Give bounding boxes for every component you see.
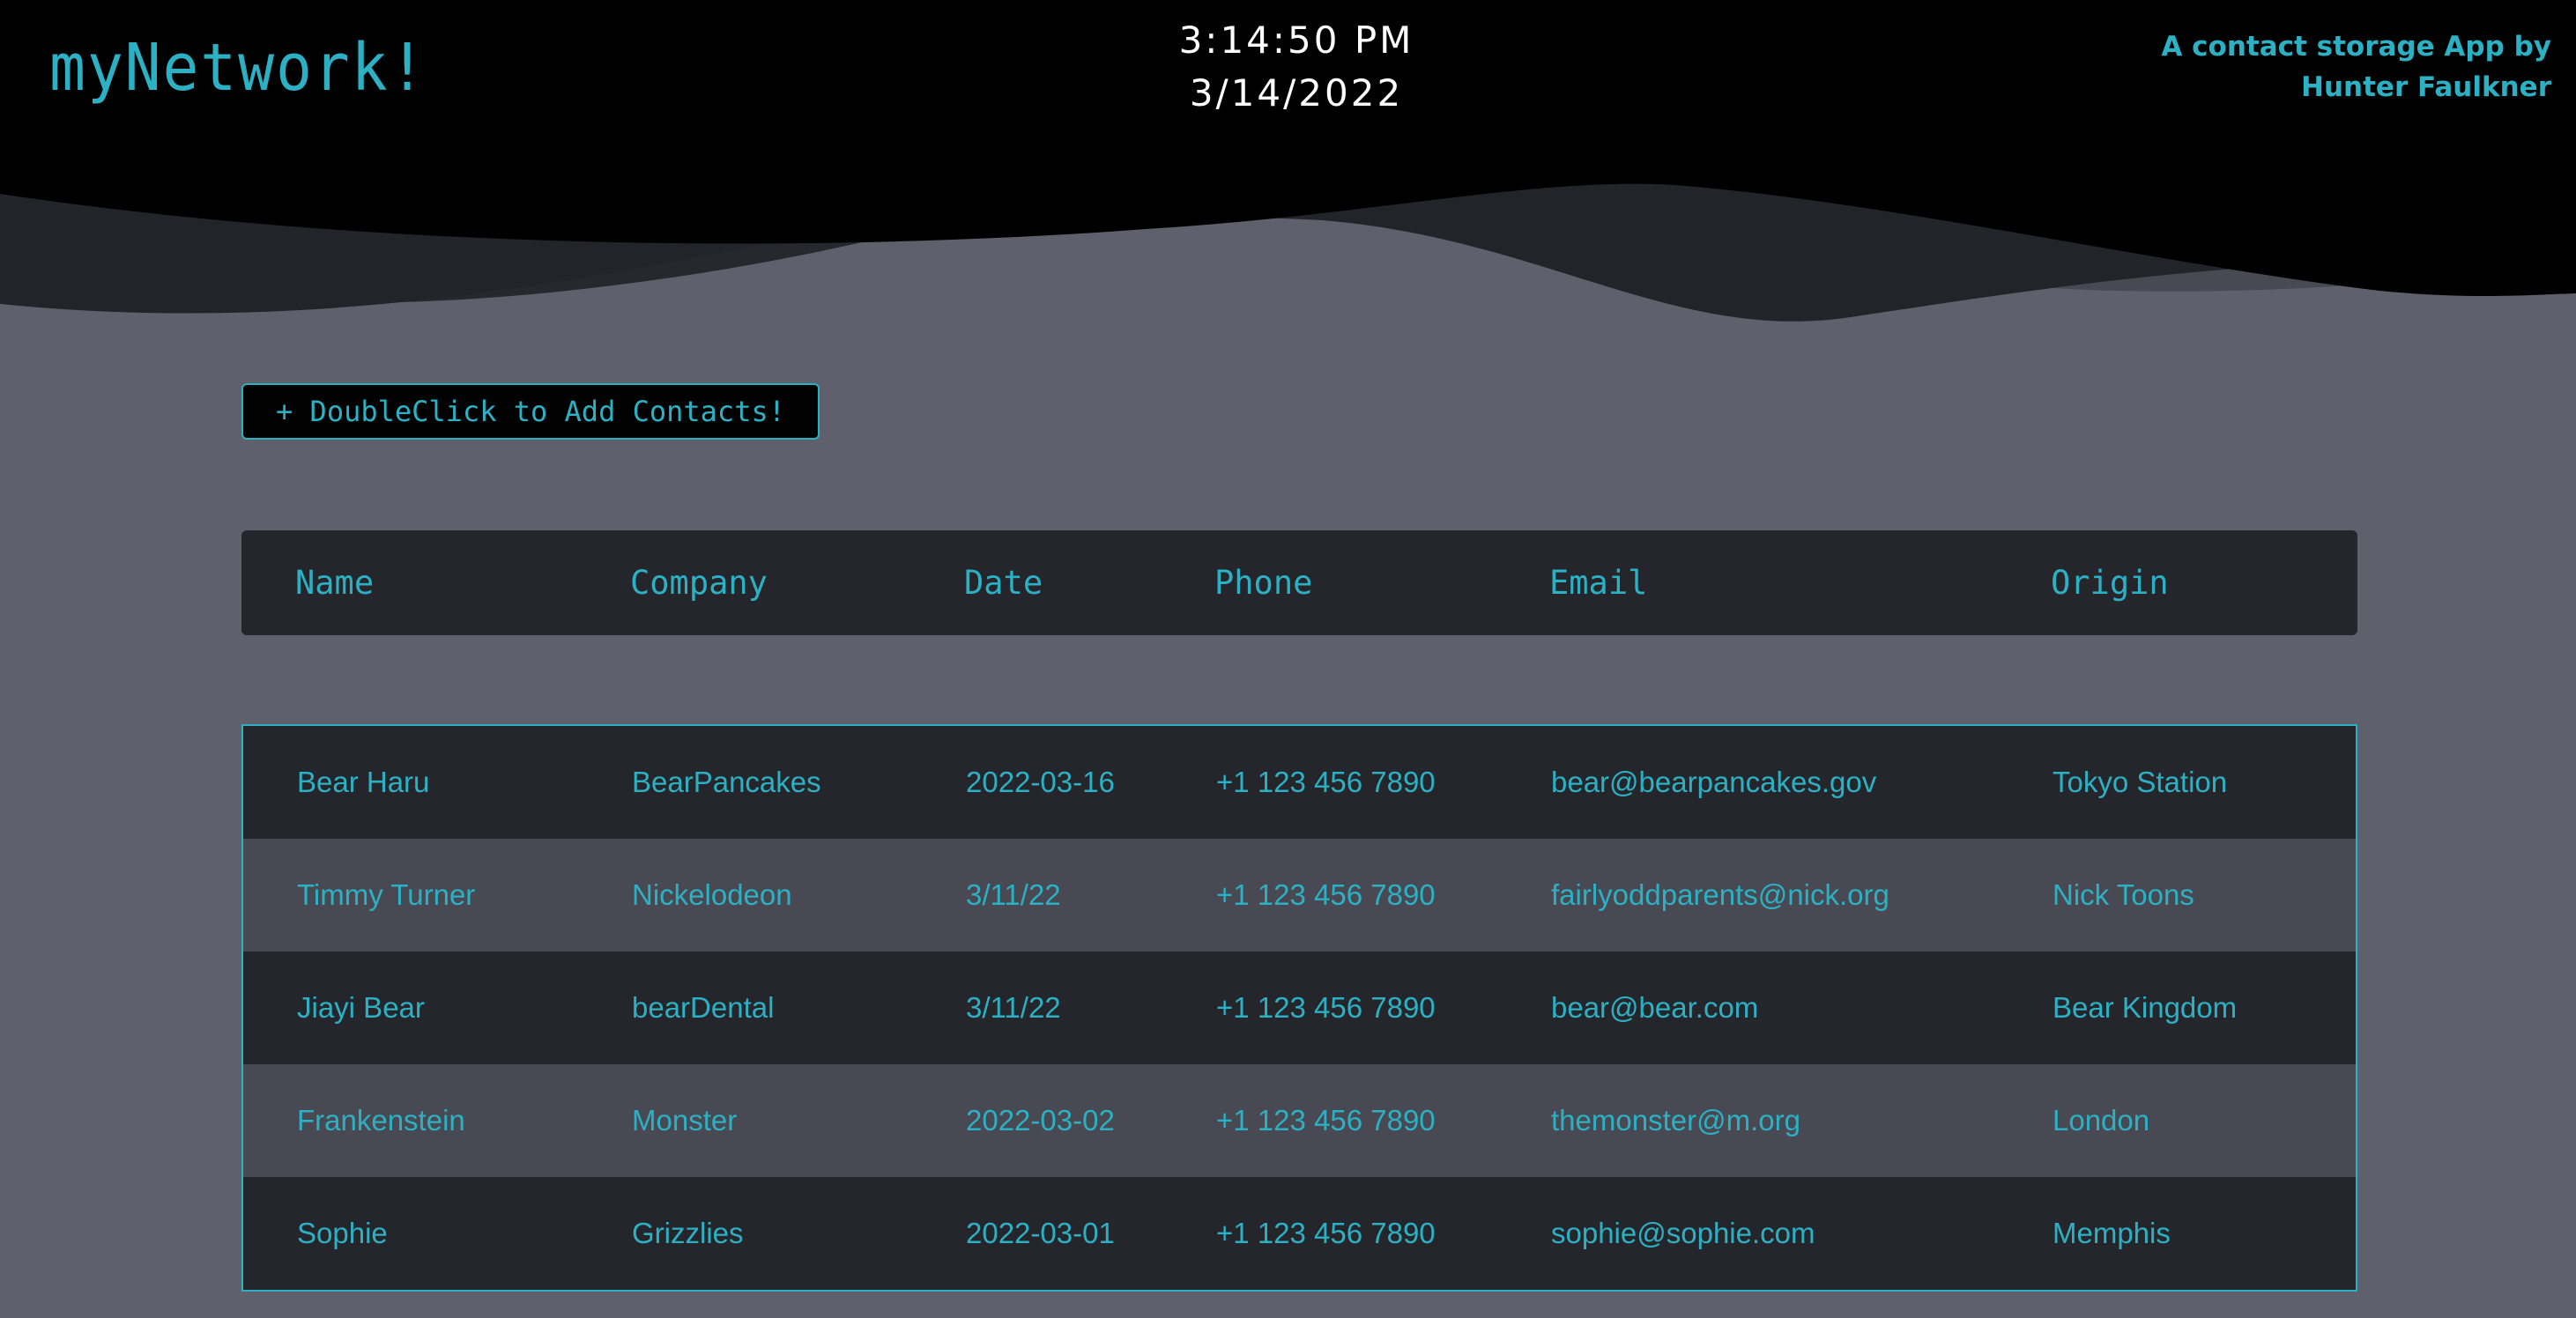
cell-phone: +1 123 456 7890: [1216, 991, 1436, 1024]
cell-origin: Nick Toons: [2053, 878, 2194, 911]
cell-date: 2022-03-16: [966, 766, 1115, 798]
clock: 3:14:50 PM 3/14/2022: [1120, 14, 1473, 120]
table-row[interactable]: Timmy Turner Nickelodeon 3/11/22 +1 123 …: [243, 839, 2356, 951]
clock-time: 3:14:50 PM: [1178, 19, 1414, 62]
table-row[interactable]: Sophie Grizzlies 2022-03-01 +1 123 456 7…: [243, 1177, 2356, 1290]
contacts-table: Bear Haru BearPancakes 2022-03-16 +1 123…: [241, 724, 2357, 1292]
cell-date: 2022-03-01: [966, 1217, 1115, 1249]
app-tagline: A contact storage App by Hunter Faulkner: [2023, 26, 2551, 107]
cell-company: Grizzlies: [632, 1217, 744, 1249]
cell-date: 3/11/22: [966, 991, 1061, 1024]
cell-company: bearDental: [632, 991, 775, 1024]
table-row[interactable]: Jiayi Bear bearDental 3/11/22 +1 123 456…: [243, 951, 2356, 1064]
cell-date: 3/11/22: [966, 878, 1061, 911]
app-logo: myNetwork!: [49, 30, 427, 106]
cell-origin: Tokyo Station: [2053, 766, 2228, 798]
tagline-line-2: Hunter Faulkner: [2301, 71, 2551, 103]
column-header-email[interactable]: Email: [1549, 530, 1647, 635]
cell-name: Frankenstein: [297, 1104, 465, 1137]
tagline-line-1: A contact storage App by: [2161, 31, 2551, 63]
cell-origin: Memphis: [2053, 1217, 2171, 1249]
column-header-phone[interactable]: Phone: [1214, 530, 1312, 635]
column-header-name[interactable]: Name: [295, 530, 374, 635]
page: myNetwork! 3:14:50 PM 3/14/2022 A contac…: [0, 0, 2576, 1318]
clock-date: 3/14/2022: [1189, 71, 1404, 115]
cell-email: bear@bear.com: [1551, 991, 1759, 1024]
cell-name: Sophie: [297, 1217, 388, 1249]
cell-date: 2022-03-02: [966, 1104, 1115, 1137]
table-header: Name Company Date Phone Email Origin: [241, 530, 2357, 635]
cell-company: BearPancakes: [632, 766, 821, 798]
add-contact-button[interactable]: + DoubleClick to Add Contacts!: [241, 383, 820, 440]
table-row[interactable]: Frankenstein Monster 2022-03-02 +1 123 4…: [243, 1064, 2356, 1177]
cell-email: fairlyoddparents@nick.org: [1551, 878, 1889, 911]
cell-email: sophie@sophie.com: [1551, 1217, 1815, 1249]
cell-origin: London: [2053, 1104, 2150, 1137]
cell-company: Monster: [632, 1104, 738, 1137]
cell-phone: +1 123 456 7890: [1216, 1217, 1436, 1249]
cell-phone: +1 123 456 7890: [1216, 878, 1436, 911]
cell-email: bear@bearpancakes.gov: [1551, 766, 1877, 798]
column-header-company[interactable]: Company: [630, 530, 768, 635]
cell-name: Jiayi Bear: [297, 991, 425, 1024]
column-header-date[interactable]: Date: [964, 530, 1043, 635]
cell-name: Timmy Turner: [297, 878, 476, 911]
column-header-origin[interactable]: Origin: [2051, 530, 2169, 635]
table-row[interactable]: Bear Haru BearPancakes 2022-03-16 +1 123…: [243, 726, 2356, 839]
cell-email: themonster@m.org: [1551, 1104, 1800, 1137]
cell-phone: +1 123 456 7890: [1216, 766, 1436, 798]
cell-phone: +1 123 456 7890: [1216, 1104, 1436, 1137]
cell-company: Nickelodeon: [632, 878, 792, 911]
cell-origin: Bear Kingdom: [2053, 991, 2238, 1024]
cell-name: Bear Haru: [297, 766, 430, 798]
